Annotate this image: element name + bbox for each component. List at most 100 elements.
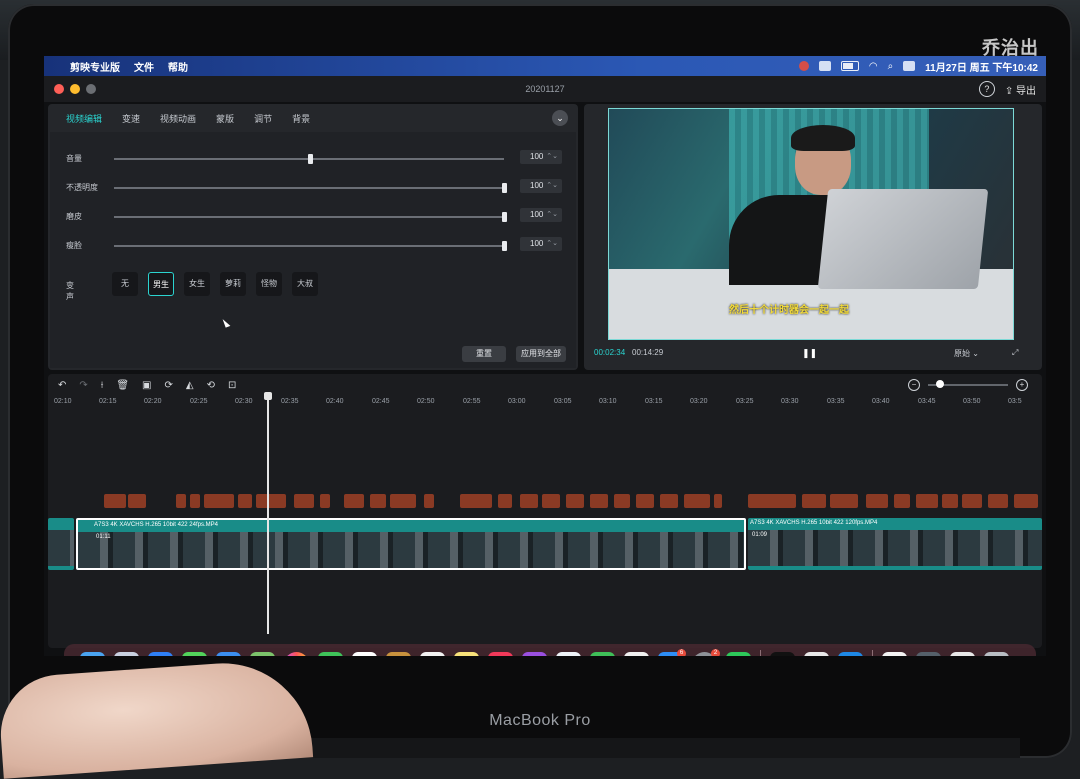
tab-video-animation[interactable]: 视频动画 <box>160 112 196 125</box>
numbers-icon[interactable] <box>590 651 615 656</box>
menu-file[interactable]: 文件 <box>134 59 154 74</box>
podcasts-icon[interactable] <box>522 651 547 656</box>
subtitle-clip[interactable] <box>294 494 314 508</box>
subtitle-clip[interactable] <box>590 494 608 508</box>
calendar-icon[interactable]: 27 <box>352 651 377 656</box>
reset-button[interactable]: 重置 <box>462 346 506 362</box>
menubar-clock[interactable]: 11月27日 周五 下午10:42 <box>925 59 1038 74</box>
mirror-icon[interactable]: ◭ <box>186 380 194 391</box>
launchpad-icon[interactable] <box>114 651 139 656</box>
volume-slider[interactable] <box>114 154 504 164</box>
document-icon[interactable] <box>882 651 907 656</box>
volume-slider-thumb[interactable] <box>308 154 313 164</box>
subtitle-clip[interactable] <box>988 494 1008 508</box>
subtitle-clip[interactable] <box>684 494 710 508</box>
voice-option-male[interactable]: 男生 <box>148 272 174 296</box>
stepper-arrows-icon[interactable]: ⌃⌄ <box>546 179 558 193</box>
system-preferences-icon[interactable]: 2 <box>692 648 720 656</box>
pause-icon[interactable]: ❚❚ <box>802 348 817 359</box>
app-store-icon[interactable]: 6 <box>658 648 686 656</box>
subtitle-clip[interactable] <box>320 494 330 508</box>
subtitle-clip[interactable] <box>256 494 286 508</box>
smoothing-stepper[interactable]: 100 ⌃⌄ <box>520 208 562 222</box>
tab-mask[interactable]: 蒙版 <box>216 112 234 125</box>
freeze-icon[interactable]: ▣ <box>142 380 151 391</box>
subtitle-clip[interactable] <box>104 494 126 508</box>
search-icon[interactable]: ⌕ <box>888 61 894 72</box>
subtitle-clip[interactable] <box>614 494 630 508</box>
subtitle-clip[interactable] <box>942 494 958 508</box>
subtitle-clip[interactable] <box>802 494 826 508</box>
timeline-ruler[interactable]: 02:10 02:15 02:20 02:25 02:30 02:35 02:4… <box>48 396 1042 412</box>
zoom-in-icon[interactable]: + <box>1016 379 1028 391</box>
zoom-out-icon[interactable]: − <box>908 379 920 391</box>
chevron-down-icon[interactable]: ⌄ <box>552 110 568 126</box>
music-icon[interactable] <box>488 651 513 656</box>
tab-adjust[interactable]: 调节 <box>254 112 272 125</box>
voice-option-none[interactable]: 无 <box>112 272 138 296</box>
subtitle-clip[interactable] <box>1014 494 1038 508</box>
reminders-icon[interactable] <box>420 651 445 656</box>
control-center-icon[interactable] <box>903 61 916 71</box>
subtitle-clip[interactable] <box>238 494 252 508</box>
photos-icon[interactable] <box>284 651 309 656</box>
slim-face-stepper[interactable]: 100 ⌃⌄ <box>520 237 562 251</box>
subtitle-clip[interactable] <box>830 494 858 508</box>
video-clip-previous[interactable] <box>48 518 74 570</box>
finder-icon[interactable] <box>80 651 105 656</box>
smoothing-slider[interactable] <box>114 212 507 222</box>
reverse-icon[interactable]: ⟳ <box>165 380 173 391</box>
subtitle-clip[interactable] <box>714 494 722 508</box>
stepper-arrows-icon[interactable]: ⌃⌄ <box>546 208 558 222</box>
subtitle-clip[interactable] <box>204 494 234 508</box>
status-icon[interactable] <box>798 61 809 71</box>
wechat-icon[interactable] <box>726 651 751 656</box>
mail-icon[interactable] <box>216 651 241 656</box>
subtitle-clip[interactable] <box>866 494 888 508</box>
subtitle-clip[interactable] <box>748 494 796 508</box>
printer-icon[interactable] <box>950 651 975 656</box>
note-icon[interactable] <box>818 61 831 71</box>
subtitle-clip[interactable] <box>344 494 364 508</box>
apply-all-button[interactable]: 应用到全部 <box>516 346 566 362</box>
keynote-icon[interactable] <box>556 651 581 656</box>
voice-option-loli[interactable]: 萝莉 <box>220 272 246 296</box>
delete-icon[interactable]: 🗑 <box>116 380 129 391</box>
video-clip-next[interactable]: A7S3 4K XAVCHS H.265 10bit 422 120fps.MP… <box>748 518 1042 570</box>
opacity-slider[interactable] <box>114 183 507 193</box>
playhead[interactable] <box>264 392 272 634</box>
undo-icon[interactable]: ↶ <box>58 380 66 391</box>
voice-option-uncle[interactable]: 大叔 <box>292 272 318 296</box>
subtitle-clip[interactable] <box>636 494 654 508</box>
tab-speed[interactable]: 变速 <box>122 112 140 125</box>
slim-face-slider-thumb[interactable] <box>502 241 507 251</box>
stepper-arrows-icon[interactable]: ⌃⌄ <box>546 150 558 164</box>
wifi-icon[interactable]: ◠ <box>869 61 878 72</box>
aspect-ratio-select[interactable]: 原始 ⌄ <box>954 348 979 359</box>
bluetooth-icon[interactable] <box>838 651 863 656</box>
trash-icon[interactable] <box>984 651 1009 656</box>
subtitle-clip[interactable] <box>660 494 678 508</box>
zoom-slider-thumb[interactable] <box>935 380 944 388</box>
subtitle-clip[interactable] <box>542 494 560 508</box>
subtitle-clip[interactable] <box>498 494 512 508</box>
opacity-stepper[interactable]: 100 ⌃⌄ <box>520 179 562 193</box>
menu-help[interactable]: 帮助 <box>168 59 188 74</box>
subtitle-clip[interactable] <box>894 494 910 508</box>
subtitle-clip[interactable] <box>916 494 938 508</box>
slim-face-slider[interactable] <box>114 241 507 251</box>
smoothing-slider-thumb[interactable] <box>502 212 507 222</box>
split-icon[interactable]: ⟊ <box>101 380 104 391</box>
subtitle-clip[interactable] <box>128 494 146 508</box>
redo-icon[interactable]: ↷ <box>79 380 87 391</box>
subtitle-clip[interactable] <box>370 494 386 508</box>
video-preview[interactable]: 然后十个计时器会一起一起 <box>608 108 1014 340</box>
safari-icon[interactable] <box>148 651 173 656</box>
contacts-icon[interactable] <box>386 651 411 656</box>
subtitle-clip[interactable] <box>390 494 416 508</box>
pages-icon[interactable] <box>624 651 649 656</box>
opacity-slider-thumb[interactable] <box>502 183 507 193</box>
battery-icon[interactable] <box>840 61 859 71</box>
voice-option-monster[interactable]: 怪物 <box>256 272 282 296</box>
facetime-icon[interactable] <box>318 651 343 656</box>
